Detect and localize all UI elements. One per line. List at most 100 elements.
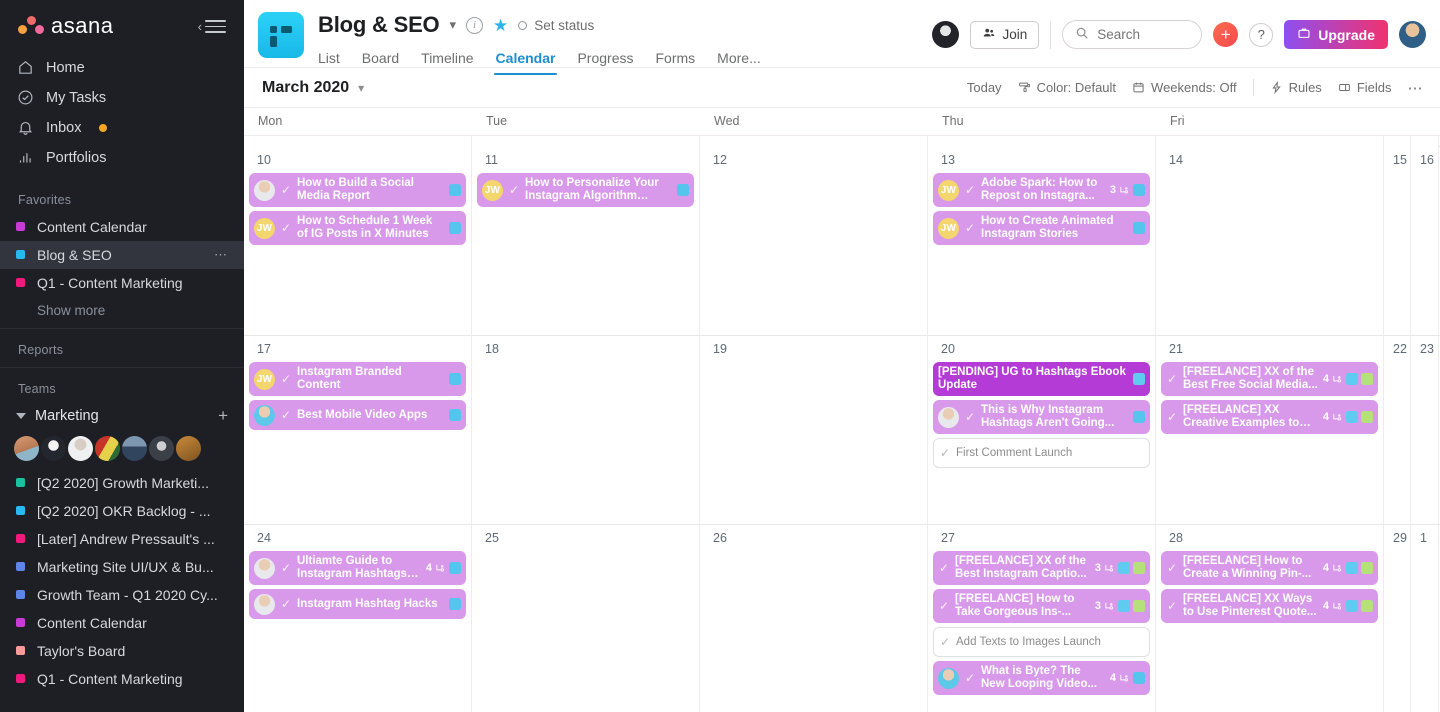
calendar-day-cell[interactable]: 21✓[FREELANCE] XX of the Best Free Socia… (1156, 336, 1384, 524)
task-card[interactable]: ✓What is Byte? The New Looping Video...4 (933, 661, 1150, 695)
favorite-item-q1-content-marketing[interactable]: Q1 - Content Marketing (0, 269, 244, 297)
task-card[interactable]: ✓First Comment Launch (933, 438, 1150, 468)
project-item[interactable]: Taylor's Board (0, 637, 244, 665)
task-card[interactable]: ✓[FREELANCE] How to Create a Winning Pin… (1161, 551, 1378, 585)
set-status-button[interactable]: Set status (518, 18, 594, 33)
task-card[interactable]: ✓Add Texts to Images Launch (933, 627, 1150, 657)
reports-heading[interactable]: Reports (0, 333, 244, 363)
project-item[interactable]: Growth Team - Q1 2020 Cy... (0, 581, 244, 609)
color-button[interactable]: Color: Default (1018, 80, 1116, 95)
project-item[interactable]: [Q2 2020] Growth Marketi... (0, 469, 244, 497)
current-user-avatar[interactable] (1399, 21, 1426, 48)
tab-progress[interactable]: Progress (577, 44, 633, 75)
today-button[interactable]: Today (967, 80, 1002, 95)
task-card[interactable]: ✓Best Mobile Video Apps (249, 400, 466, 430)
quick-add-button[interactable]: + (1213, 22, 1238, 47)
complete-check-icon[interactable]: ✓ (508, 183, 520, 197)
avatar[interactable] (122, 436, 147, 461)
sidebar-item-portfolios[interactable]: Portfolios (0, 143, 244, 173)
task-card[interactable]: JW✓How to Create Animated Instagram Stor… (933, 211, 1150, 245)
assignee-avatar[interactable] (254, 405, 275, 426)
tab-forms[interactable]: Forms (656, 44, 696, 75)
calendar-day-cell[interactable]: 26 (700, 525, 928, 712)
help-button[interactable]: ? (1249, 23, 1273, 47)
complete-check-icon[interactable]: ✓ (1166, 561, 1178, 575)
calendar-day-cell[interactable]: 20[PENDING] UG to Hashtags Ebook Update✓… (928, 336, 1156, 524)
calendar-day-cell[interactable]: 14 (1156, 147, 1384, 335)
calendar-day-cell[interactable]: 22 (1384, 336, 1411, 524)
complete-check-icon[interactable]: ✓ (280, 372, 292, 386)
calendar-day-cell[interactable]: 15 (1384, 147, 1411, 335)
tab-board[interactable]: Board (362, 44, 399, 75)
project-item[interactable]: [Q2 2020] OKR Backlog - ... (0, 497, 244, 525)
favorite-item-overflow-button[interactable]: ⋯ (214, 247, 228, 263)
task-card[interactable]: ✓How to Build a Social Media Report (249, 173, 466, 207)
complete-check-icon[interactable]: ✓ (964, 410, 976, 424)
calendar-day-cell[interactable]: 11JW✓How to Personalize Your Instagram A… (472, 147, 700, 335)
calendar-day-cell[interactable]: 10✓How to Build a Social Media ReportJW✓… (244, 147, 472, 335)
complete-check-icon[interactable]: ✓ (280, 561, 292, 575)
complete-check-icon[interactable]: ✓ (1166, 410, 1178, 424)
complete-check-icon[interactable]: ✓ (1166, 372, 1178, 386)
chevron-down-icon[interactable]: ▾ (449, 17, 456, 33)
search-input[interactable] (1062, 20, 1202, 49)
fields-button[interactable]: Fields (1338, 80, 1392, 95)
assignee-avatar[interactable]: JW (254, 218, 275, 239)
calendar-overflow-button[interactable]: ⋯ (1408, 79, 1427, 97)
task-card[interactable]: ✓[FREELANCE] XX Creative Examples to Opt… (1161, 400, 1378, 434)
tab-list[interactable]: List (318, 44, 340, 75)
complete-check-icon[interactable]: ✓ (938, 599, 950, 613)
project-item[interactable]: [Later] Andrew Pressault's ... (0, 525, 244, 553)
plus-icon[interactable]: + (218, 407, 228, 424)
project-item[interactable]: Content Calendar (0, 609, 244, 637)
task-card[interactable]: JW✓How to Schedule 1 Week of IG Posts in… (249, 211, 466, 245)
show-more-button[interactable]: Show more (0, 297, 244, 324)
avatar[interactable] (932, 21, 959, 48)
complete-check-icon[interactable]: ✓ (280, 597, 292, 611)
info-icon[interactable]: i (466, 17, 483, 34)
calendar-day-cell[interactable]: 28✓[FREELANCE] How to Create a Winning P… (1156, 525, 1384, 712)
join-button[interactable]: Join (970, 21, 1039, 49)
assignee-avatar[interactable] (254, 594, 275, 615)
calendar-day-cell[interactable]: 19 (700, 336, 928, 524)
project-item[interactable]: Q1 - Content Marketing (0, 665, 244, 693)
search-field[interactable] (1097, 27, 1187, 42)
team-marketing[interactable]: Marketing + (0, 402, 244, 430)
task-card[interactable]: JW✓How to Personalize Your Instagram Alg… (477, 173, 694, 207)
project-item[interactable]: Marketing Site UI/UX & Bu... (0, 553, 244, 581)
task-card[interactable]: JW✓Instagram Branded Content (249, 362, 466, 396)
sidebar-item-my-tasks[interactable]: My Tasks (0, 83, 244, 113)
task-card[interactable]: ✓[FREELANCE] XX of the Best Instagram Ca… (933, 551, 1150, 585)
sidebar-collapse-button[interactable]: ‹ (198, 16, 226, 37)
favorite-item-content-calendar[interactable]: Content Calendar (0, 213, 244, 241)
calendar-day-cell[interactable]: 17JW✓Instagram Branded Content✓Best Mobi… (244, 336, 472, 524)
task-card[interactable]: [PENDING] UG to Hashtags Ebook Update (933, 362, 1150, 396)
task-card[interactable]: ✓[FREELANCE] XX of the Best Free Social … (1161, 362, 1378, 396)
complete-check-icon[interactable]: ✓ (964, 221, 976, 235)
assignee-avatar[interactable] (938, 668, 959, 689)
calendar-day-cell[interactable]: 18 (472, 336, 700, 524)
task-card[interactable]: ✓Ultiamte Guide to Instagram Hashtags i.… (249, 551, 466, 585)
task-card[interactable]: ✓This is Why Instagram Hashtags Aren't G… (933, 400, 1150, 434)
avatar[interactable] (14, 436, 39, 461)
upgrade-button[interactable]: Upgrade (1284, 20, 1388, 49)
calendar-day-cell[interactable]: 25 (472, 525, 700, 712)
task-card[interactable]: ✓[FREELANCE] How to Take Gorgeous Ins-..… (933, 589, 1150, 623)
complete-check-icon[interactable]: ✓ (964, 183, 976, 197)
weekends-button[interactable]: Weekends: Off (1132, 80, 1237, 95)
tab-timeline[interactable]: Timeline (421, 44, 473, 75)
assignee-avatar[interactable]: JW (482, 180, 503, 201)
complete-check-icon[interactable]: ✓ (939, 635, 951, 649)
complete-check-icon[interactable]: ✓ (280, 221, 292, 235)
chevron-down-icon[interactable]: ▾ (358, 81, 364, 95)
avatar[interactable] (176, 436, 201, 461)
assignee-avatar[interactable]: JW (254, 369, 275, 390)
task-card[interactable]: ✓Instagram Hashtag Hacks (249, 589, 466, 619)
assignee-avatar[interactable]: JW (938, 218, 959, 239)
assignee-avatar[interactable] (254, 558, 275, 579)
complete-check-icon[interactable]: ✓ (939, 446, 951, 460)
asana-logo[interactable]: asana (18, 16, 113, 36)
calendar-grid[interactable]: 10✓How to Build a Social Media ReportJW✓… (244, 136, 1440, 712)
complete-check-icon[interactable]: ✓ (280, 183, 292, 197)
star-icon[interactable]: ★ (493, 17, 508, 34)
